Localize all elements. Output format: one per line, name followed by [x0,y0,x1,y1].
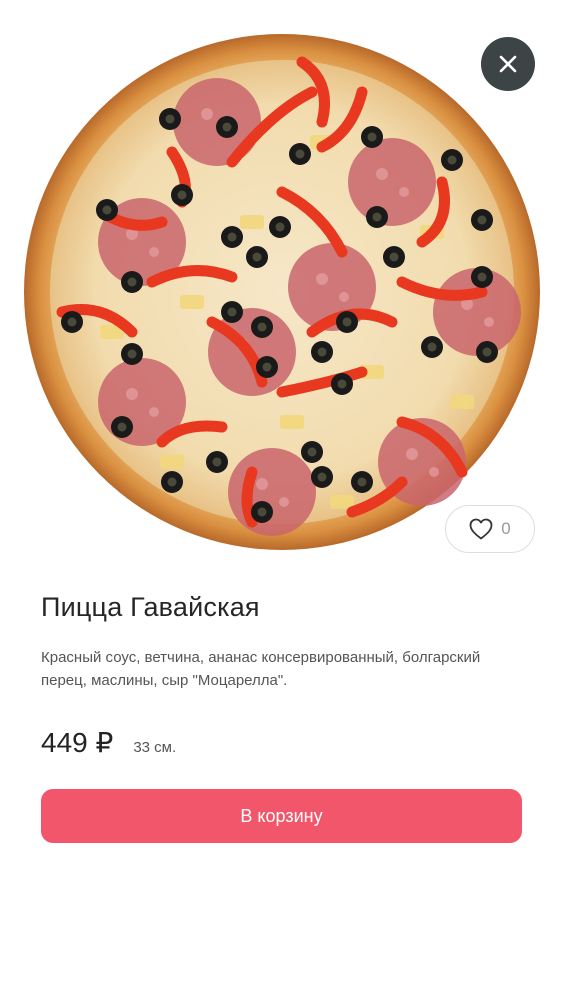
add-to-cart-button[interactable]: В корзину [41,789,522,843]
close-icon [499,55,517,73]
like-button[interactable]: 0 [445,505,535,553]
pizza-image [22,32,542,552]
product-description: Красный соус, ветчина, ананас консервиро… [41,649,481,689]
like-count: 0 [501,519,511,538]
price-row: 449 ₽ 33 см. [41,726,176,759]
heart-icon [469,518,493,540]
product-title: Пицца Гавайская [41,592,260,622]
close-button[interactable] [481,37,535,91]
product-size: 33 см. [133,739,177,756]
product-price: 449 ₽ [41,727,114,758]
product-detail-screen: 0 Пицца Гавайская Красный соус, ветчина,… [0,0,563,1000]
